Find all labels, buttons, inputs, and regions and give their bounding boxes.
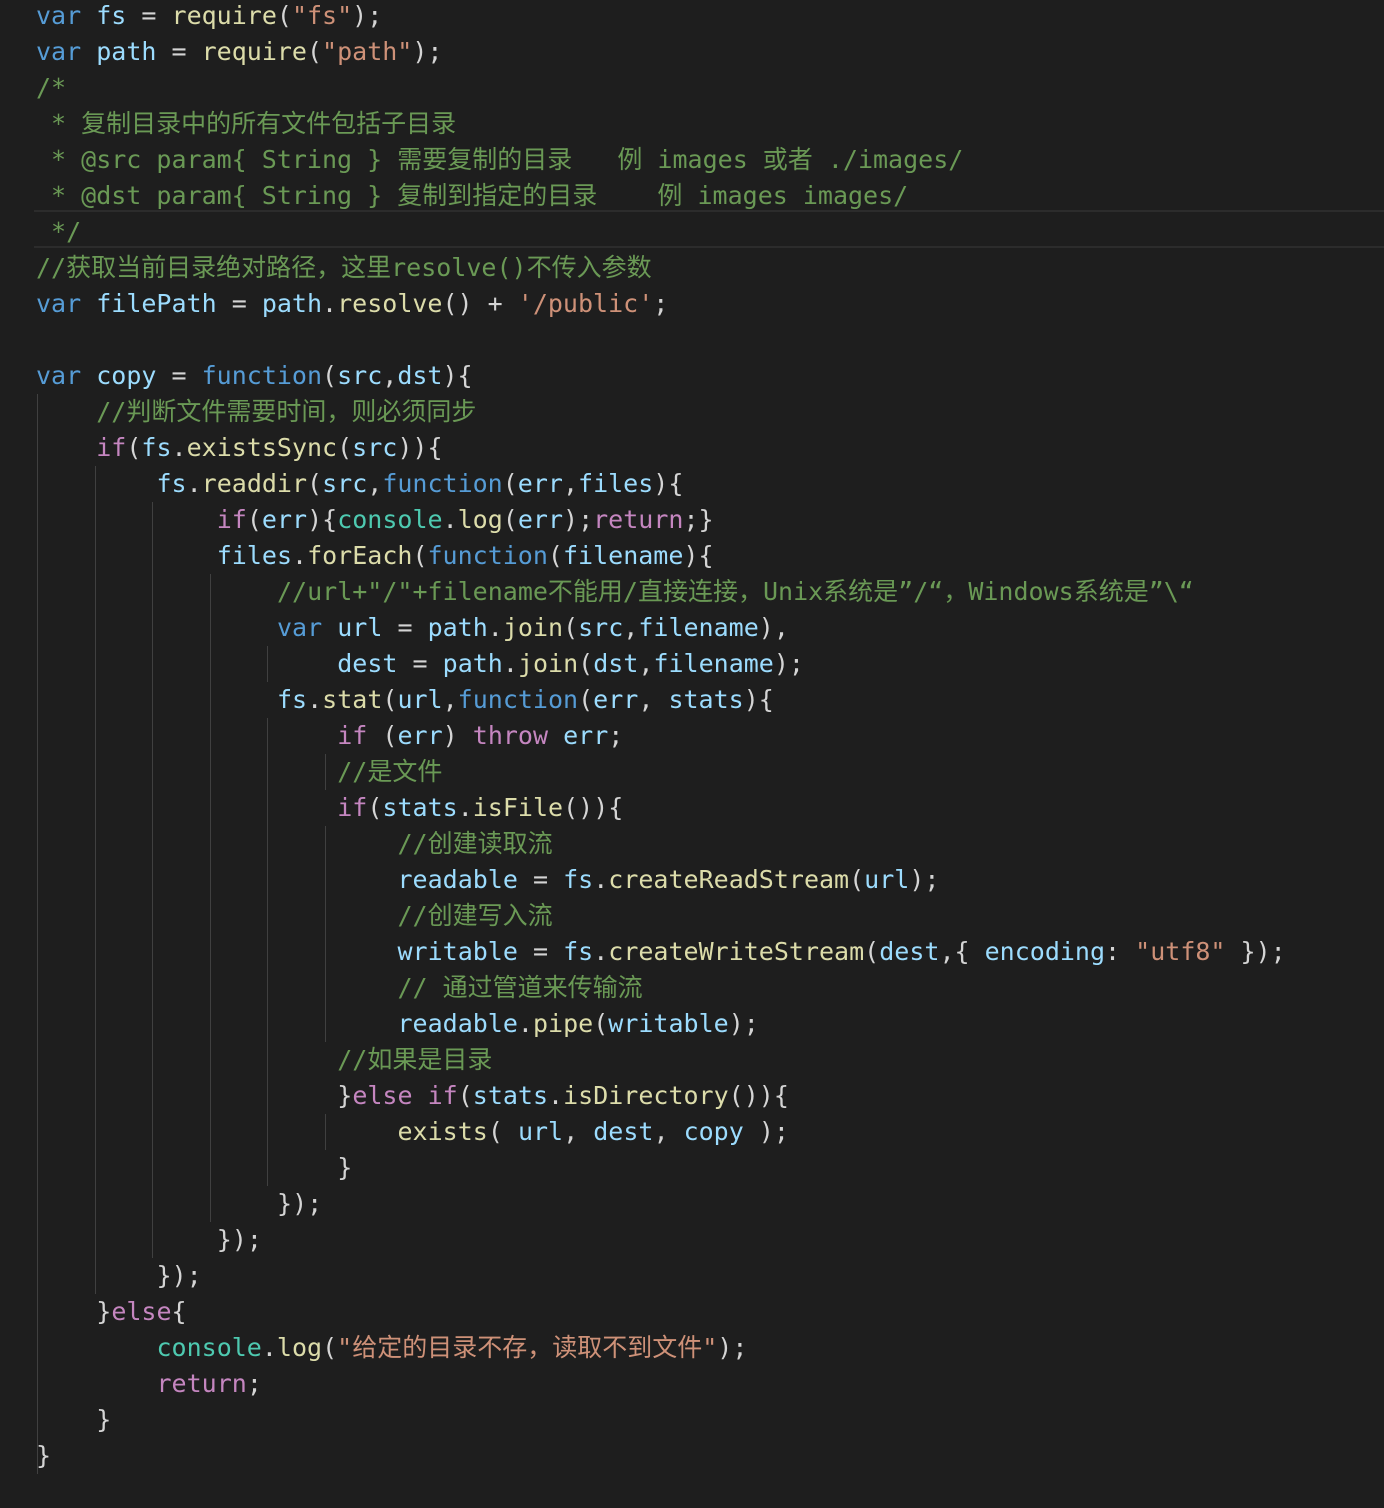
code-line[interactable]: return; bbox=[36, 1366, 262, 1402]
code-line[interactable]: console.log("给定的目录不存，读取不到文件"); bbox=[36, 1330, 748, 1366]
code-line[interactable]: } bbox=[36, 1438, 51, 1474]
code-line[interactable]: //判断文件需要时间，则必须同步 bbox=[36, 394, 476, 430]
code-line[interactable]: }else if(stats.isDirectory()){ bbox=[36, 1078, 789, 1114]
code-line[interactable]: //如果是目录 bbox=[36, 1042, 492, 1078]
code-line[interactable]: //url+"/"+filename不能用/直接连接，Unix系统是”/“，Wi… bbox=[36, 574, 1194, 610]
code-line[interactable]: /* bbox=[36, 70, 66, 106]
code-line[interactable]: fs.readdir(src,function(err,files){ bbox=[36, 466, 684, 502]
code-line[interactable]: var path = require("path"); bbox=[36, 34, 442, 70]
code-line[interactable]: // 通过管道来传输流 bbox=[36, 970, 643, 1006]
code-line[interactable]: * 复制目录中的所有文件包括子目录 bbox=[36, 106, 456, 142]
code-line[interactable]: * @src param{ String } 需要复制的目录 例 images … bbox=[36, 142, 963, 178]
code-line[interactable]: var filePath = path.resolve() + '/public… bbox=[36, 286, 668, 322]
code-line[interactable]: dest = path.join(dst,filename); bbox=[36, 646, 804, 682]
code-line[interactable]: //创建写入流 bbox=[36, 898, 553, 934]
code-line[interactable]: }); bbox=[36, 1222, 262, 1258]
code-line[interactable]: if(err){console.log(err);return;} bbox=[36, 502, 714, 538]
code-line[interactable]: readable = fs.createReadStream(url); bbox=[36, 862, 940, 898]
code-line[interactable]: if(stats.isFile()){ bbox=[36, 790, 623, 826]
code-line[interactable]: //创建读取流 bbox=[36, 826, 553, 862]
code-line[interactable]: if(fs.existsSync(src)){ bbox=[36, 430, 442, 466]
code-line[interactable]: * @dst param{ String } 复制到指定的目录 例 images… bbox=[36, 178, 908, 214]
code-line[interactable]: exists( url, dest, copy ); bbox=[36, 1114, 789, 1150]
code-line[interactable]: }); bbox=[36, 1186, 322, 1222]
code-line[interactable]: }else{ bbox=[36, 1294, 186, 1330]
code-editor[interactable]: var fs = require("fs"); var path = requir… bbox=[0, 0, 1384, 1508]
code-line[interactable]: //获取当前目录绝对路径，这里resolve()不传入参数 bbox=[36, 250, 652, 286]
code-line[interactable]: readable.pipe(writable); bbox=[36, 1006, 759, 1042]
code-line[interactable]: files.forEach(function(filename){ bbox=[36, 538, 714, 574]
code-line[interactable]: if (err) throw err; bbox=[36, 718, 623, 754]
code-line[interactable]: }); bbox=[36, 1258, 202, 1294]
code-line[interactable]: writable = fs.createWriteStream(dest,{ e… bbox=[36, 934, 1286, 970]
code-line[interactable]: //是文件 bbox=[36, 754, 442, 790]
code-line[interactable]: } bbox=[36, 1150, 352, 1186]
comment-block-highlight bbox=[34, 210, 1384, 248]
code-line[interactable]: var url = path.join(src,filename), bbox=[36, 610, 789, 646]
code-line[interactable]: fs.stat(url,function(err, stats){ bbox=[36, 682, 774, 718]
code-line[interactable]: var fs = require("fs"); bbox=[36, 0, 382, 34]
code-line[interactable]: */ bbox=[36, 214, 81, 250]
code-line[interactable]: } bbox=[36, 1402, 111, 1438]
code-line[interactable]: var copy = function(src,dst){ bbox=[36, 358, 473, 394]
